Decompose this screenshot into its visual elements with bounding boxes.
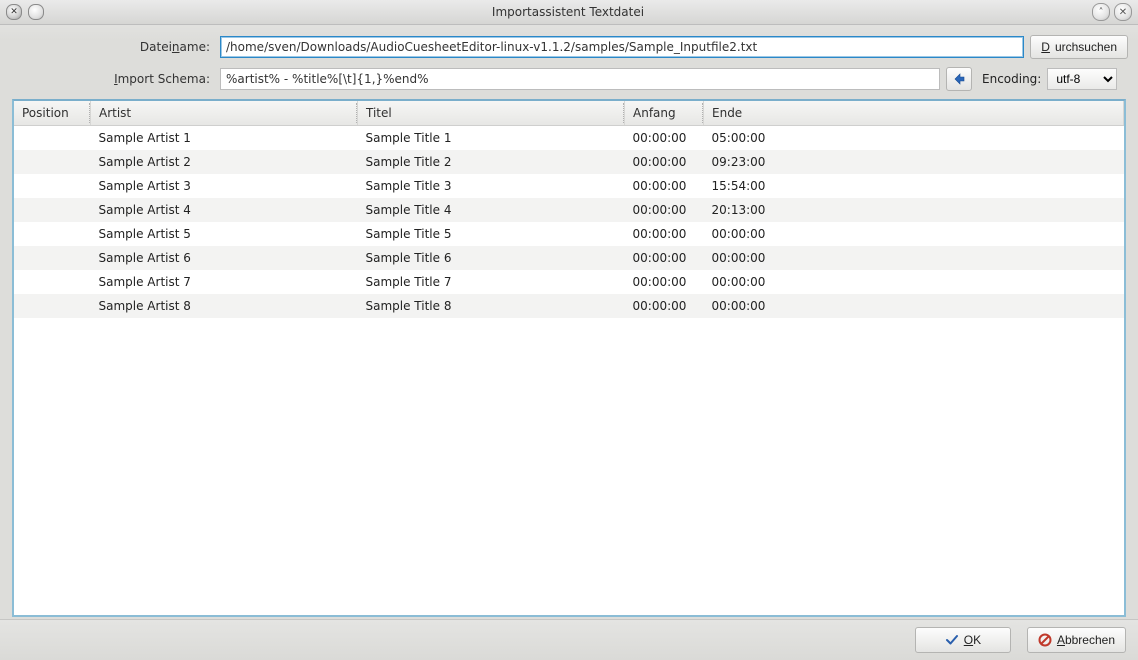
arrow-left-icon <box>952 72 966 86</box>
preview-table-wrap[interactable]: Position Artist Titel Anfang Ende Sample… <box>12 99 1126 617</box>
dialog-footer: OK Abbrechen <box>0 619 1138 660</box>
table-header-row: Position Artist Titel Anfang Ende <box>14 101 1124 126</box>
ok-button[interactable]: OK <box>915 627 1011 653</box>
table-row[interactable]: Sample Artist 8Sample Title 800:00:0000:… <box>14 294 1124 318</box>
cell-start: 00:00:00 <box>625 174 704 198</box>
cell-start: 00:00:00 <box>625 294 704 318</box>
table-row[interactable]: Sample Artist 3Sample Title 300:00:0015:… <box>14 174 1124 198</box>
titlebar-left: ✕ <box>6 4 44 20</box>
cell-artist: Sample Artist 5 <box>91 222 358 246</box>
cell-end: 20:13:00 <box>704 198 1124 222</box>
cell-start: 00:00:00 <box>625 198 704 222</box>
encoding-label: Encoding: <box>972 72 1047 86</box>
cancel-button[interactable]: Abbrechen <box>1027 627 1126 653</box>
header-end[interactable]: Ende <box>704 101 1124 126</box>
encoding-select[interactable]: utf-8 <box>1047 68 1117 90</box>
table-body: Sample Artist 1Sample Title 100:00:0005:… <box>14 126 1124 319</box>
ok-check-icon <box>945 633 959 647</box>
close-icon[interactable]: ✕ <box>1114 3 1132 21</box>
cell-end: 00:00:00 <box>704 246 1124 270</box>
cell-end: 05:00:00 <box>704 126 1124 151</box>
cell-title: Sample Title 8 <box>358 294 625 318</box>
filename-input[interactable] <box>220 36 1024 58</box>
table-row[interactable]: Sample Artist 7Sample Title 700:00:0000:… <box>14 270 1124 294</box>
window: ✕ Importassistent Textdatei ˄ ✕ Dateinam… <box>0 0 1138 660</box>
cell-start: 00:00:00 <box>625 222 704 246</box>
cell-start: 00:00:00 <box>625 246 704 270</box>
cell-artist: Sample Artist 3 <box>91 174 358 198</box>
cancel-icon <box>1038 633 1052 647</box>
titlebar[interactable]: ✕ Importassistent Textdatei ˄ ✕ <box>0 0 1138 25</box>
header-start[interactable]: Anfang <box>625 101 704 126</box>
cell-artist: Sample Artist 8 <box>91 294 358 318</box>
cell-position <box>14 150 91 174</box>
cell-position <box>14 270 91 294</box>
table-row[interactable]: Sample Artist 5Sample Title 500:00:0000:… <box>14 222 1124 246</box>
header-title[interactable]: Titel <box>358 101 625 126</box>
cell-title: Sample Title 4 <box>358 198 625 222</box>
cell-position <box>14 126 91 151</box>
cell-end: 00:00:00 <box>704 222 1124 246</box>
rollup-icon[interactable]: ˄ <box>1092 3 1110 21</box>
filename-row: Dateiname: Durchsuchen <box>10 35 1128 59</box>
table-row[interactable]: Sample Artist 1Sample Title 100:00:0005:… <box>14 126 1124 151</box>
cell-title: Sample Title 3 <box>358 174 625 198</box>
app-icon <box>28 4 44 20</box>
cell-end: 00:00:00 <box>704 270 1124 294</box>
cell-end: 09:23:00 <box>704 150 1124 174</box>
preview-table: Position Artist Titel Anfang Ende Sample… <box>14 101 1124 318</box>
cell-title: Sample Title 7 <box>358 270 625 294</box>
cell-artist: Sample Artist 7 <box>91 270 358 294</box>
header-artist[interactable]: Artist <box>91 101 358 126</box>
cell-artist: Sample Artist 6 <box>91 246 358 270</box>
schema-row: Import Schema: Encoding: utf-8 <box>10 67 1128 91</box>
cell-title: Sample Title 5 <box>358 222 625 246</box>
window-title: Importassistent Textdatei <box>50 5 1086 19</box>
cell-title: Sample Title 6 <box>358 246 625 270</box>
titlebar-right: ˄ ✕ <box>1092 3 1132 21</box>
table-row[interactable]: Sample Artist 6Sample Title 600:00:0000:… <box>14 246 1124 270</box>
cell-position <box>14 198 91 222</box>
app-menu-icon[interactable]: ✕ <box>6 4 22 20</box>
cell-position <box>14 174 91 198</box>
cell-end: 00:00:00 <box>704 294 1124 318</box>
filename-label: Dateiname: <box>10 40 220 54</box>
table-row[interactable]: Sample Artist 4Sample Title 400:00:0020:… <box>14 198 1124 222</box>
cell-title: Sample Title 2 <box>358 150 625 174</box>
table-row[interactable]: Sample Artist 2Sample Title 200:00:0009:… <box>14 150 1124 174</box>
header-position[interactable]: Position <box>14 101 91 126</box>
cell-end: 15:54:00 <box>704 174 1124 198</box>
cell-artist: Sample Artist 4 <box>91 198 358 222</box>
cell-artist: Sample Artist 1 <box>91 126 358 151</box>
cell-start: 00:00:00 <box>625 270 704 294</box>
cell-title: Sample Title 1 <box>358 126 625 151</box>
schema-label: Import Schema: <box>10 72 220 86</box>
cell-artist: Sample Artist 2 <box>91 150 358 174</box>
cell-position <box>14 294 91 318</box>
cell-position <box>14 222 91 246</box>
back-button[interactable] <box>946 67 972 91</box>
cell-start: 00:00:00 <box>625 150 704 174</box>
schema-input[interactable] <box>220 68 940 90</box>
cell-start: 00:00:00 <box>625 126 704 151</box>
dialog-body: Dateiname: Durchsuchen Import Schema: En… <box>0 25 1138 617</box>
browse-button[interactable]: Durchsuchen <box>1030 35 1128 59</box>
cell-position <box>14 246 91 270</box>
